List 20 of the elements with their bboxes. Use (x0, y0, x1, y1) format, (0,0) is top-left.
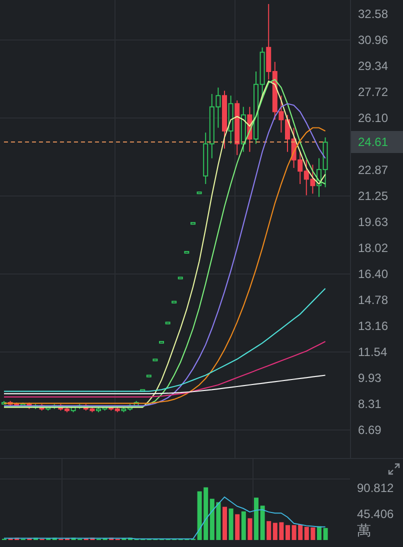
price-axis-label: 9.93 (357, 370, 382, 387)
price-axis-label: 13.16 (357, 318, 390, 336)
price-axis-label: 29.34 (357, 58, 390, 76)
price-axis-label: 19.63 (357, 214, 390, 232)
price-axis-label: 26.10 (357, 110, 390, 128)
volume-unit-label: 萬 (357, 522, 371, 538)
price-axis-label: 14.78 (357, 292, 390, 310)
volume-axis-label: 90.812 (357, 480, 394, 496)
price-axis-label: 22.87 (357, 162, 390, 180)
price-axis-label: 27.72 (357, 84, 390, 102)
price-axis-label: 8.31 (357, 396, 382, 413)
price-axis-label: 11.54 (357, 344, 388, 362)
price-axis-label: 18.02 (357, 240, 390, 257)
price-axis-label: 16.40 (357, 266, 390, 283)
price-axis-label: 30.96 (357, 32, 390, 49)
current-price-label: 24.61 (351, 131, 403, 154)
price-axis-label: 21.25 (357, 188, 390, 206)
price-axis-label: 6.69 (357, 422, 382, 440)
volume-axis-label: 45.406 (357, 506, 394, 522)
price-axis-label: 32.58 (357, 6, 390, 23)
